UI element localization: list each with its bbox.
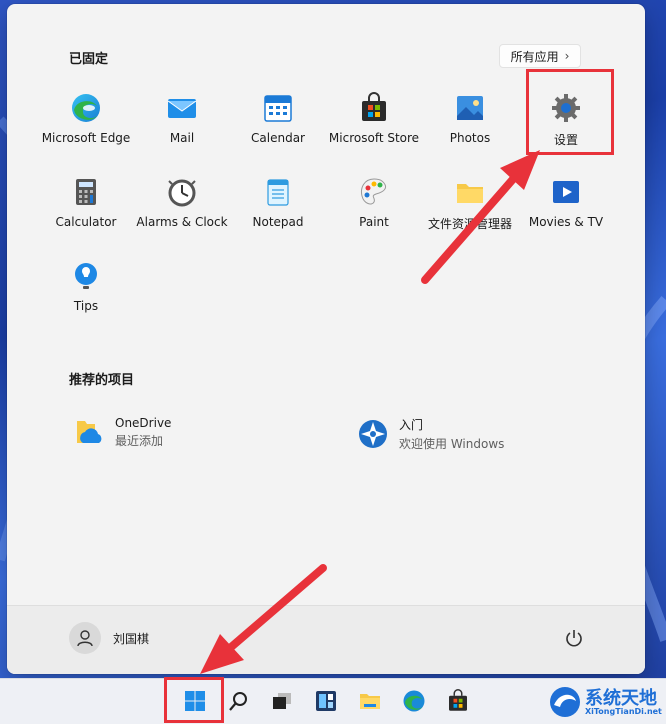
pinned-app-movies-tv[interactable]: Movies & TV bbox=[518, 176, 614, 229]
app-label: Paint bbox=[359, 215, 389, 229]
widgets-icon bbox=[316, 691, 336, 711]
pinned-app-paint[interactable]: Paint bbox=[326, 176, 422, 229]
taskbar-file-explorer[interactable] bbox=[356, 687, 384, 715]
app-label: 文件资源管理器 bbox=[427, 217, 512, 231]
settings-highlight-box bbox=[526, 69, 614, 155]
recommended-item-subtitle: 最近添加 bbox=[115, 434, 164, 448]
power-icon[interactable] bbox=[563, 627, 585, 649]
pinned-app-calendar[interactable]: Calendar bbox=[230, 92, 326, 145]
avatar[interactable] bbox=[69, 622, 101, 654]
pinned-app-edge[interactable]: Microsoft Edge bbox=[38, 92, 134, 145]
app-label: Microsoft Edge bbox=[41, 131, 131, 145]
pinned-title: 已固定 bbox=[69, 52, 109, 67]
movies-icon bbox=[553, 181, 579, 203]
pinned-app-calculator[interactable]: Calculator bbox=[38, 176, 134, 229]
clock-icon bbox=[168, 179, 196, 207]
notepad-icon bbox=[267, 179, 289, 206]
mail-icon bbox=[167, 99, 197, 118]
taskbar-store[interactable] bbox=[444, 687, 472, 715]
watermark-logo-icon bbox=[550, 687, 580, 717]
app-label: Calendar bbox=[251, 131, 305, 145]
recommended-item-title: OneDrive bbox=[115, 416, 172, 430]
start-highlight-box bbox=[164, 677, 224, 723]
app-label: Alarms & Clock bbox=[136, 215, 228, 229]
app-label: Microsoft Store bbox=[328, 131, 420, 145]
recommended-title: 推荐的项目 bbox=[69, 373, 135, 388]
app-label: Movies & TV bbox=[528, 215, 604, 229]
store-icon bbox=[362, 92, 386, 121]
pinned-app-photos[interactable]: Photos bbox=[422, 92, 518, 145]
task-view-button[interactable] bbox=[268, 687, 296, 715]
all-apps-label: 所有应用 bbox=[510, 49, 559, 64]
get-started-icon bbox=[359, 420, 387, 448]
pinned-app-tips[interactable]: Tips bbox=[38, 260, 134, 313]
search-button[interactable] bbox=[225, 687, 253, 715]
photos-icon bbox=[457, 96, 483, 120]
widgets-button[interactable] bbox=[312, 687, 340, 715]
app-label: Notepad bbox=[252, 215, 304, 229]
pinned-app-alarms-clock[interactable]: Alarms & Clock bbox=[134, 176, 230, 229]
recommended-item-get-started[interactable]: 入门 欢迎使用 Windows bbox=[357, 416, 504, 452]
store-icon bbox=[449, 689, 467, 711]
app-label: Photos bbox=[449, 131, 491, 145]
user-icon bbox=[77, 630, 93, 647]
tips-icon bbox=[75, 263, 97, 289]
watermark: 系统天地 XiTongTianDi.net bbox=[548, 682, 664, 722]
start-footer: 刘国棋 bbox=[7, 605, 645, 674]
recommended-item-onedrive[interactable]: OneDrive 最近添加 bbox=[73, 416, 171, 449]
pinned-app-file-explorer[interactable]: 文件资源管理器 bbox=[422, 176, 518, 232]
calendar-icon bbox=[264, 95, 292, 122]
calculator-icon bbox=[76, 179, 96, 205]
search-icon bbox=[229, 692, 247, 711]
app-label: Mail bbox=[169, 131, 195, 145]
app-label: Calculator bbox=[55, 215, 117, 229]
pinned-app-store[interactable]: Microsoft Store bbox=[326, 92, 422, 145]
recommended-item-title: 入门 bbox=[399, 418, 424, 432]
edge-icon bbox=[72, 94, 100, 122]
all-apps-button[interactable]: 所有应用 › bbox=[499, 44, 581, 68]
paint-icon bbox=[361, 178, 387, 205]
task-view-icon bbox=[273, 693, 291, 709]
app-label: Tips bbox=[73, 299, 99, 313]
watermark-subtext: XiTongTianDi.net bbox=[585, 707, 662, 716]
file-explorer-icon bbox=[360, 694, 380, 709]
folder-icon bbox=[457, 184, 483, 203]
chevron-right-icon: › bbox=[564, 49, 570, 63]
recommended-item-subtitle: 欢迎使用 Windows bbox=[399, 437, 505, 451]
onedrive-icon bbox=[77, 420, 102, 443]
taskbar-edge[interactable] bbox=[400, 687, 428, 715]
pinned-app-notepad[interactable]: Notepad bbox=[230, 176, 326, 229]
user-name[interactable]: 刘国棋 bbox=[113, 630, 149, 647]
pinned-app-mail[interactable]: Mail bbox=[134, 92, 230, 145]
edge-icon bbox=[403, 690, 425, 712]
